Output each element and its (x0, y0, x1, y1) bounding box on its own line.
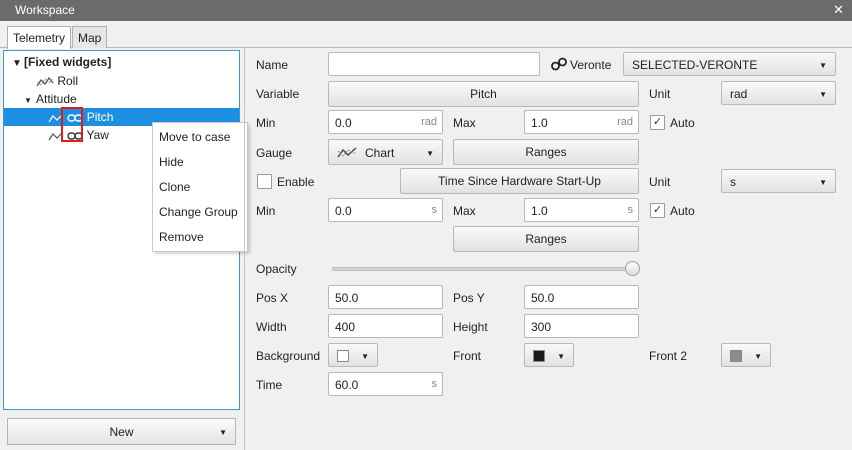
max-label: Max (453, 116, 476, 130)
chevron-down-icon: ▼ (819, 90, 827, 99)
name-input[interactable] (328, 52, 540, 76)
posy-label: Pos Y (453, 291, 485, 305)
unit-label-2: Unit (649, 175, 671, 189)
chevron-down-icon: ▼ (361, 352, 369, 361)
chevron-down-icon: ▼ (754, 352, 762, 361)
enable-label: Enable (277, 175, 315, 189)
unit-select[interactable]: rad ▼ (721, 81, 836, 105)
posx-label: Pos X (256, 291, 289, 305)
auto-label-2: Auto (670, 204, 695, 218)
gauge-label: Gauge (256, 146, 293, 160)
ranges-button[interactable]: Ranges (453, 139, 639, 165)
veronte-select[interactable]: SELECTED-VERONTE ▼ (623, 52, 836, 76)
tree-item-roll[interactable]: Roll (36, 72, 78, 90)
auto-checkbox[interactable]: ✓ (650, 115, 665, 130)
link-icon (551, 57, 567, 71)
tree-item-label: Roll (57, 74, 79, 88)
front2-color-picker[interactable]: ▼ (721, 343, 771, 367)
name-label: Name (256, 58, 289, 72)
chart-icon (337, 147, 357, 158)
veronte-label: Veronte (570, 58, 612, 72)
time-label: Time (256, 378, 283, 392)
tab-bar: Telemetry Map (0, 21, 852, 49)
menu-item-clone[interactable]: Clone (159, 180, 190, 194)
front2-swatch (730, 350, 742, 362)
enable-checkbox[interactable] (257, 174, 272, 189)
new-button-label: New (109, 425, 134, 439)
chart-icon (36, 76, 54, 87)
chevron-down-icon: ▼ (557, 352, 565, 361)
min-input[interactable]: 0.0 rad (328, 110, 443, 134)
tree-item-label: [Fixed widgets] (24, 55, 112, 69)
front-color-picker[interactable]: ▼ (524, 343, 574, 367)
posx-input[interactable]: 50.0 (328, 285, 443, 309)
gauge-select[interactable]: Chart ▼ (328, 139, 443, 165)
chevron-down-icon: ▼ (426, 149, 434, 158)
new-button[interactable]: New ▼ (7, 418, 236, 445)
menu-item-hide[interactable]: Hide (159, 155, 184, 169)
auto-checkbox-2[interactable]: ✓ (650, 203, 665, 218)
expand-triangle-icon[interactable]: ▼ (12, 55, 24, 73)
tab-telemetry[interactable]: Telemetry (7, 26, 72, 49)
window-title: Workspace (15, 3, 75, 17)
max-label-2: Max (453, 204, 476, 218)
tree-item-label: Pitch (86, 110, 114, 124)
min-input-2[interactable]: 0.0 s (328, 198, 443, 222)
height-input[interactable]: 300 (524, 314, 639, 338)
posy-input[interactable]: 50.0 (524, 285, 639, 309)
close-icon[interactable]: ✕ (833, 2, 844, 18)
tree-item-label: Yaw (86, 128, 109, 142)
background-label: Background (256, 349, 321, 363)
unit-label: Unit (649, 87, 671, 101)
chevron-down-icon: ▼ (219, 428, 227, 437)
highlight-box (61, 107, 83, 142)
opacity-label: Opacity (256, 262, 297, 276)
tree-item-label: Attitude (36, 92, 77, 106)
unit-select-2[interactable]: s ▼ (721, 169, 836, 193)
width-input[interactable]: 400 (328, 314, 443, 338)
tab-map[interactable]: Map (72, 26, 108, 48)
opacity-slider-handle[interactable] (625, 261, 640, 276)
tree-item-fixed-widgets[interactable]: ▼ [Fixed widgets] (12, 53, 111, 71)
time-input[interactable]: 60.0 s (328, 372, 443, 396)
menu-item-remove[interactable]: Remove (159, 230, 204, 244)
menu-item-change-group[interactable]: Change Group (159, 205, 238, 219)
menu-item-move-to-case[interactable]: Move to case (159, 130, 230, 144)
background-swatch (337, 350, 349, 362)
min-label-2: Min (256, 204, 276, 218)
front-label: Front (453, 349, 482, 363)
panel-splitter[interactable] (244, 48, 245, 450)
max-input[interactable]: 1.0 rad (524, 110, 639, 134)
context-menu: Move to case Hide Clone Change Group Rem… (152, 122, 248, 252)
ranges-button-2[interactable]: Ranges (453, 226, 639, 252)
chevron-down-icon: ▼ (819, 61, 827, 70)
variable-button[interactable]: Pitch (328, 81, 639, 107)
opacity-slider[interactable] (332, 267, 638, 271)
time-variable-button[interactable]: Time Since Hardware Start-Up (400, 168, 639, 194)
max-input-2[interactable]: 1.0 s (524, 198, 639, 222)
chevron-down-icon: ▼ (819, 178, 827, 187)
window-titlebar: Workspace ✕ (0, 0, 852, 21)
front2-label: Front 2 (649, 349, 688, 363)
variable-label: Variable (256, 87, 300, 101)
background-color-picker[interactable]: ▼ (328, 343, 378, 367)
front-swatch (533, 350, 545, 362)
auto-label: Auto (670, 116, 695, 130)
tree-item-attitude[interactable]: ▼ Attitude (24, 90, 77, 108)
height-label: Height (453, 320, 488, 334)
width-label: Width (256, 320, 287, 334)
min-label: Min (256, 116, 276, 130)
